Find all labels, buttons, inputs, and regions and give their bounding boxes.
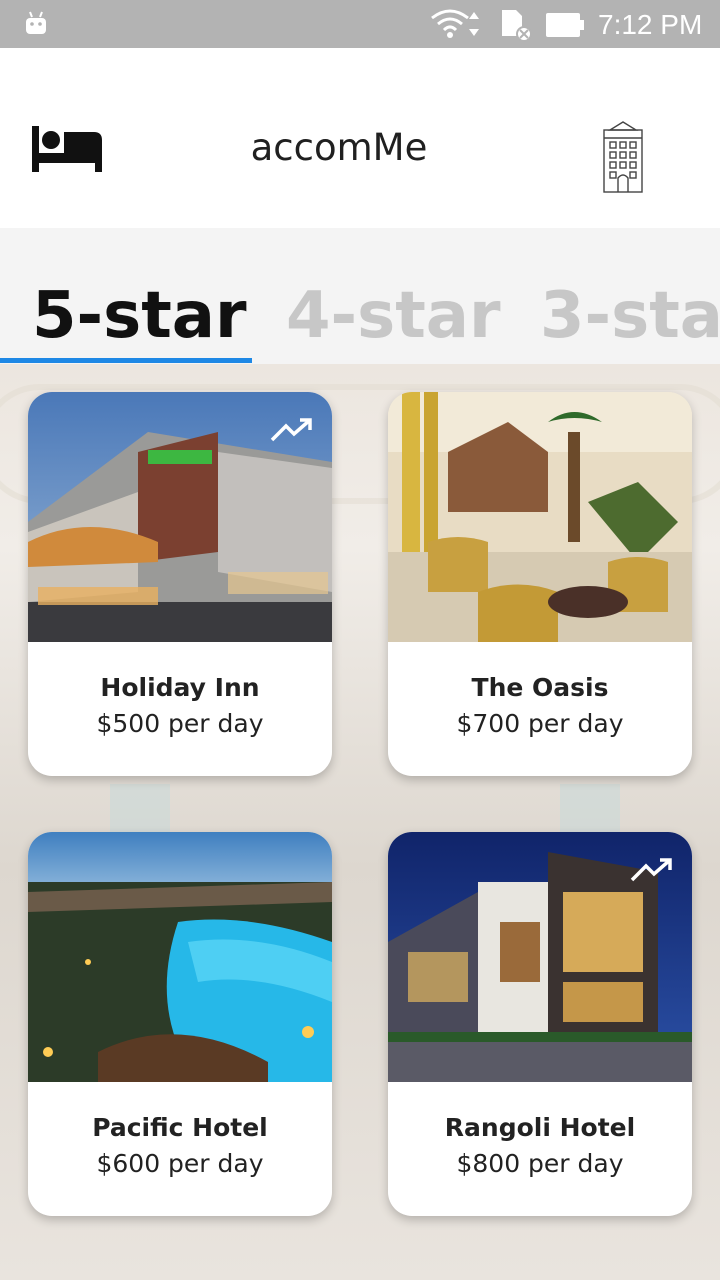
tab-4-star[interactable]: 4-star (286, 276, 501, 356)
hotel-card[interactable]: Holiday Inn $500 per day (28, 392, 332, 776)
app-title: accomMe (250, 126, 428, 169)
hotel-image (28, 832, 332, 1082)
sd-card-icon (502, 10, 532, 42)
wifi-icon (431, 9, 479, 38)
app-bar: accomMe (0, 48, 720, 228)
hotel-name: The Oasis (471, 673, 609, 702)
hotel-card[interactable]: Rangoli Hotel $800 per day (388, 832, 692, 1216)
tab-3-star[interactable]: 3-star (540, 276, 720, 356)
hotel-name: Pacific Hotel (92, 1113, 268, 1142)
hotel-grid: Holiday Inn $500 per day The Oasis $700 … (0, 364, 720, 1280)
hotel-name: Rangoli Hotel (444, 1113, 636, 1142)
trending-up-icon (270, 418, 312, 442)
hotel-price: $600 per day (96, 1149, 264, 1178)
hotel-name: Holiday Inn (100, 673, 260, 702)
trending-up-icon (630, 858, 672, 882)
hotel-price: $500 per day (96, 709, 264, 738)
battery-icon (546, 13, 584, 37)
active-tab-indicator (0, 358, 252, 363)
hotel-price: $700 per day (456, 709, 624, 738)
hotel-price: $800 per day (456, 1149, 624, 1178)
hotel-image (388, 392, 692, 642)
building-icon[interactable] (600, 120, 646, 194)
star-rating-tabs: 5-star 4-star 3-star (0, 228, 720, 364)
tab-5-star[interactable]: 5-star (32, 276, 247, 356)
bed-icon[interactable] (32, 126, 104, 174)
status-bar: 7:12 PM (0, 0, 720, 48)
android-icon (26, 11, 46, 34)
hotel-card[interactable]: Pacific Hotel $600 per day (28, 832, 332, 1216)
status-time: 7:12 PM (598, 9, 703, 40)
hotel-card[interactable]: The Oasis $700 per day (388, 392, 692, 776)
